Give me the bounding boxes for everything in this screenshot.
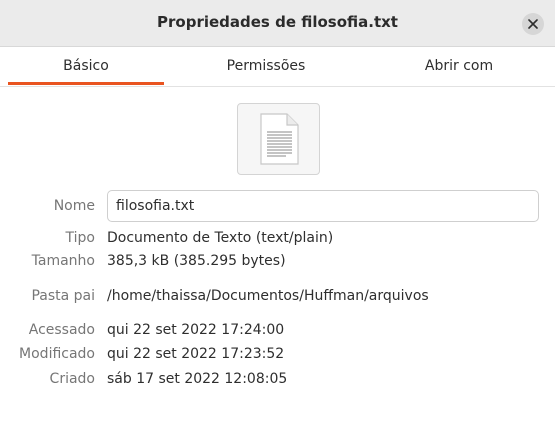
created-value: sáb 17 set 2022 12:08:05 [107, 371, 288, 387]
window-title: Propriedades de filosofia.txt [157, 13, 398, 31]
properties-window: Propriedades de filosofia.txt Básico Per… [0, 0, 555, 428]
modified-label: Modificado [19, 346, 95, 362]
file-icon-button[interactable] [237, 103, 320, 175]
parent-folder-value[interactable]: /home/thaissa/Documentos/Huffman/arquivo… [107, 288, 429, 304]
name-field[interactable] [107, 190, 539, 222]
tab-bar: Básico Permissões Abrir com [0, 47, 555, 87]
tab-abrir-com[interactable]: Abrir com [381, 47, 537, 87]
created-label: Criado [49, 371, 95, 387]
size-value: 385,3 kB (385.295 bytes) [107, 253, 286, 269]
tab-basico[interactable]: Básico [8, 47, 164, 87]
modified-value: qui 22 set 2022 17:23:52 [107, 346, 285, 362]
close-icon [528, 19, 538, 29]
titlebar: Propriedades de filosofia.txt [0, 0, 555, 47]
close-button[interactable] [522, 13, 544, 35]
accessed-label: Acessado [28, 322, 95, 338]
parent-folder-label: Pasta pai [31, 288, 95, 304]
size-label: Tamanho [31, 253, 95, 269]
tab-permissoes[interactable]: Permissões [188, 47, 344, 87]
text-file-icon [260, 113, 299, 165]
name-label: Nome [53, 198, 95, 214]
type-value: Documento de Texto (text/plain) [107, 230, 334, 246]
type-label: Tipo [65, 230, 95, 246]
accessed-value: qui 22 set 2022 17:24:00 [107, 322, 285, 338]
tabs-divider [0, 86, 555, 87]
active-tab-indicator [8, 82, 164, 85]
